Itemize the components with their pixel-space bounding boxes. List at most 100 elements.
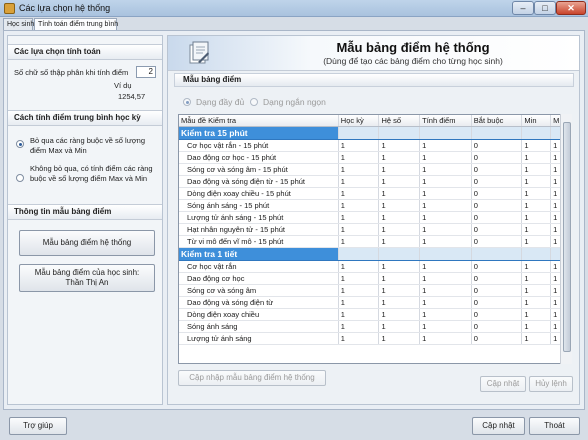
cell-required[interactable]: 0 <box>471 272 523 285</box>
cell-coefficient[interactable]: 1 <box>378 320 421 333</box>
footer-update-button[interactable]: Cập nhật <box>472 417 525 435</box>
cell-counted[interactable]: 1 <box>419 272 472 285</box>
cell-coefficient[interactable]: 1 <box>378 139 421 152</box>
cell-required[interactable]: 0 <box>471 175 523 188</box>
cell-min[interactable]: 1 <box>521 308 552 321</box>
radio-ignore-constraints[interactable] <box>16 140 24 148</box>
cell-counted[interactable]: 1 <box>419 211 472 224</box>
cell-required[interactable]: 0 <box>471 296 523 309</box>
cell-required[interactable]: 0 <box>471 163 523 176</box>
decimal-spinner[interactable]: 2 <box>136 66 156 78</box>
cell-coefficient[interactable]: 1 <box>378 235 421 248</box>
table-row[interactable]: Từ vi mô đến vĩ mô - 15 phút 1 1 1 0 1 1 <box>179 235 571 248</box>
cell-min[interactable]: 1 <box>521 296 552 309</box>
update-grid-button[interactable]: Cập nhật <box>480 376 526 392</box>
cell-semester[interactable]: 1 <box>338 199 380 212</box>
col-header-counted[interactable]: Tính điểm <box>419 115 472 127</box>
minimize-button[interactable]: ‒ <box>512 1 534 15</box>
table-row[interactable]: Lượng tử ánh sáng - 15 phút 1 1 1 0 1 1 <box>179 211 571 224</box>
cell-semester[interactable]: 1 <box>338 308 380 321</box>
cell-semester[interactable]: 1 <box>338 187 380 200</box>
cell-semester[interactable]: 1 <box>338 332 380 345</box>
cell-required[interactable]: 0 <box>471 139 523 152</box>
cell-counted[interactable]: 1 <box>419 320 472 333</box>
cell-semester[interactable]: 1 <box>338 223 380 236</box>
table-row[interactable]: Hạt nhân nguyên tử - 15 phút 1 1 1 0 1 1 <box>179 223 571 236</box>
cell-required[interactable]: 0 <box>471 211 523 224</box>
cell-min[interactable]: 1 <box>521 272 552 285</box>
cell-min[interactable]: 1 <box>521 260 552 273</box>
template-grid[interactable]: Mẫu đề Kiểm tra Học kỳ Hệ số Tính điểm B… <box>178 114 572 364</box>
cell-semester[interactable]: 1 <box>338 284 380 297</box>
table-row[interactable]: Cơ học vật rắn - 15 phút 1 1 1 0 1 1 <box>179 139 571 152</box>
cell-min[interactable]: 1 <box>521 163 552 176</box>
cell-semester[interactable]: 1 <box>338 260 380 273</box>
table-row[interactable]: Sóng cơ và sóng âm 1 1 1 0 1 1 <box>179 284 571 297</box>
cell-counted[interactable]: 1 <box>419 187 472 200</box>
exit-button[interactable]: Thoát <box>529 417 580 435</box>
cell-coefficient[interactable]: 1 <box>378 272 421 285</box>
cell-semester[interactable]: 1 <box>338 235 380 248</box>
cell-min[interactable]: 1 <box>521 332 552 345</box>
cell-counted[interactable]: 1 <box>419 199 472 212</box>
cell-counted[interactable]: 1 <box>419 332 472 345</box>
group-row[interactable]: Kiểm tra 1 tiết <box>179 247 571 261</box>
tab-hoc-sinh[interactable]: Học sinh <box>3 18 34 30</box>
cell-min[interactable]: 1 <box>521 235 552 248</box>
cell-semester[interactable]: 1 <box>338 175 380 188</box>
table-row[interactable]: Dao động cơ học - 15 phút 1 1 1 0 1 1 <box>179 151 571 164</box>
table-row[interactable]: Cơ học vật rắn 1 1 1 0 1 1 <box>179 260 571 273</box>
table-row[interactable]: Dao động và sóng điện từ 1 1 1 0 1 1 <box>179 296 571 309</box>
refresh-template-button[interactable]: Cập nhập mẫu bảng điểm hệ thống <box>178 370 326 386</box>
cell-coefficient[interactable]: 1 <box>378 308 421 321</box>
maximize-button[interactable]: □ <box>534 1 556 15</box>
col-header-coefficient[interactable]: Hệ số <box>378 115 421 127</box>
cell-counted[interactable]: 1 <box>419 296 472 309</box>
cell-coefficient[interactable]: 1 <box>378 223 421 236</box>
grid-vertical-scrollbar[interactable] <box>560 114 572 364</box>
cell-semester[interactable]: 1 <box>338 163 380 176</box>
table-row[interactable]: Sóng ánh sáng 1 1 1 0 1 1 <box>179 320 571 333</box>
cell-min[interactable]: 1 <box>521 199 552 212</box>
col-header-required[interactable]: Bắt buộc <box>471 115 523 127</box>
cell-semester[interactable]: 1 <box>338 296 380 309</box>
cell-coefficient[interactable]: 1 <box>378 332 421 345</box>
col-header-min[interactable]: Min <box>521 115 552 127</box>
cell-required[interactable]: 0 <box>471 308 523 321</box>
cell-required[interactable]: 0 <box>471 199 523 212</box>
cell-min[interactable]: 1 <box>521 211 552 224</box>
cell-required[interactable]: 0 <box>471 332 523 345</box>
cell-counted[interactable]: 1 <box>419 284 472 297</box>
cell-min[interactable]: 1 <box>521 187 552 200</box>
cell-counted[interactable]: 1 <box>419 235 472 248</box>
cell-coefficient[interactable]: 1 <box>378 163 421 176</box>
cell-coefficient[interactable]: 1 <box>378 175 421 188</box>
cell-min[interactable]: 1 <box>521 320 552 333</box>
radio-full-form[interactable] <box>183 98 191 106</box>
cell-coefficient[interactable]: 1 <box>378 260 421 273</box>
cell-counted[interactable]: 1 <box>419 163 472 176</box>
cell-coefficient[interactable]: 1 <box>378 296 421 309</box>
col-header-semester[interactable]: Học kỳ <box>338 115 380 127</box>
radio-short-form[interactable] <box>250 98 258 106</box>
table-row[interactable]: Lượng tử ánh sáng 1 1 1 0 1 1 <box>179 332 571 345</box>
cell-counted[interactable]: 1 <box>419 223 472 236</box>
table-row[interactable]: Dao động và sóng điện từ - 15 phút 1 1 1 0 1 1 <box>179 175 571 188</box>
cancel-grid-button[interactable]: Hủy lệnh <box>529 376 573 392</box>
table-row[interactable]: Sóng cơ và sóng âm - 15 phút 1 1 1 0 1 1 <box>179 163 571 176</box>
cell-semester[interactable]: 1 <box>338 211 380 224</box>
cell-coefficient[interactable]: 1 <box>378 199 421 212</box>
cell-coefficient[interactable]: 1 <box>378 284 421 297</box>
cell-min[interactable]: 1 <box>521 223 552 236</box>
cell-semester[interactable]: 1 <box>338 151 380 164</box>
cell-counted[interactable]: 1 <box>419 308 472 321</box>
cell-counted[interactable]: 1 <box>419 260 472 273</box>
cell-min[interactable]: 1 <box>521 151 552 164</box>
cell-required[interactable]: 0 <box>471 320 523 333</box>
cell-required[interactable]: 0 <box>471 284 523 297</box>
cell-required[interactable]: 0 <box>471 187 523 200</box>
cell-coefficient[interactable]: 1 <box>378 211 421 224</box>
cell-coefficient[interactable]: 1 <box>378 151 421 164</box>
cell-required[interactable]: 0 <box>471 151 523 164</box>
col-header-name[interactable]: Mẫu đề Kiểm tra <box>179 115 339 127</box>
